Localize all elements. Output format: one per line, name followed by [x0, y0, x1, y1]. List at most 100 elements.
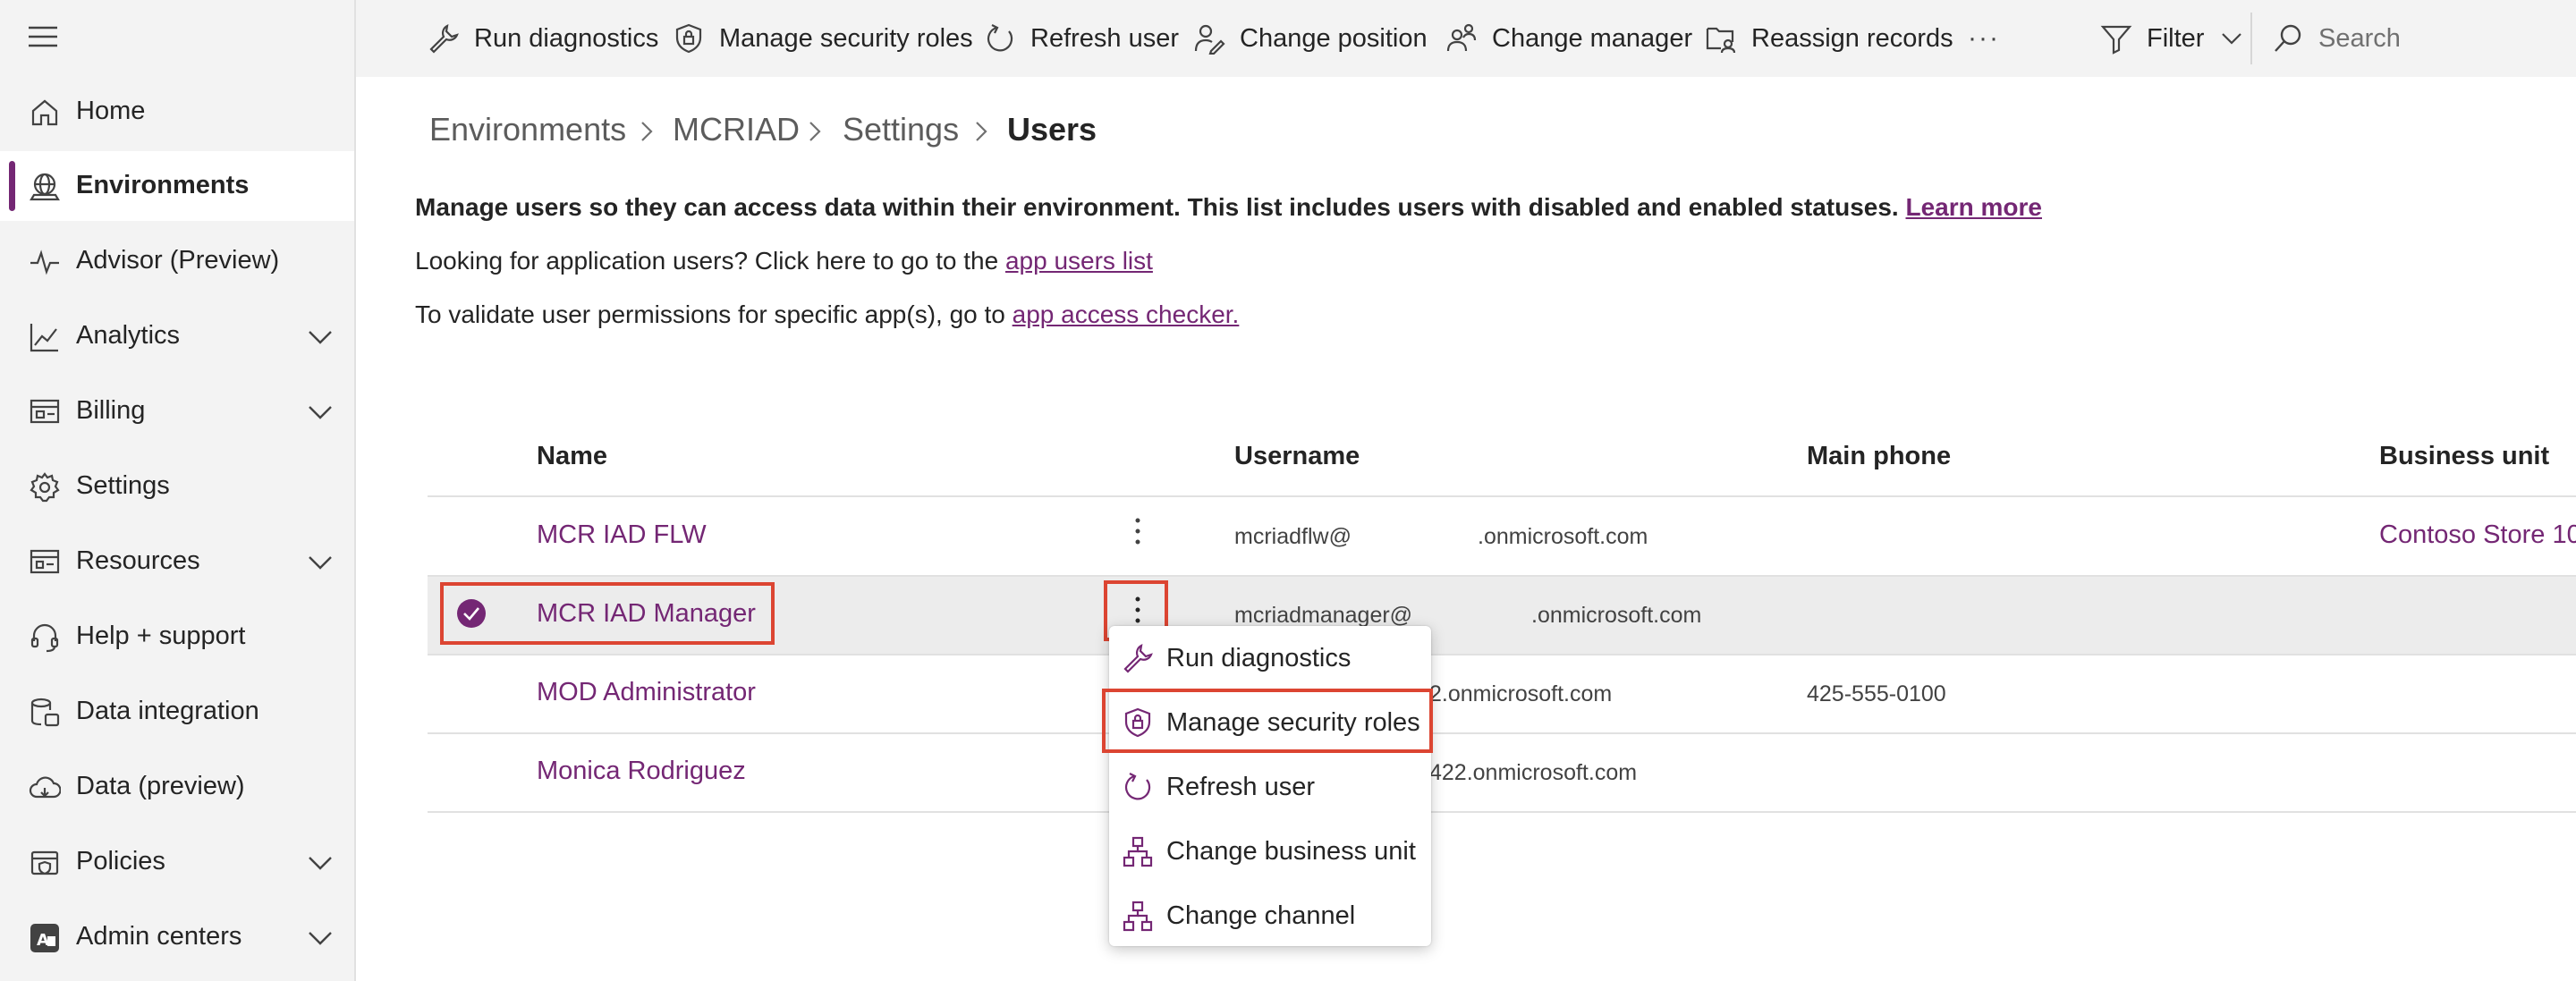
sidebar-item-label: Analytics	[76, 321, 181, 350]
chevron-down-icon[interactable]	[304, 398, 336, 427]
user-name-link[interactable]: Monica Rodriguez	[537, 757, 746, 786]
change-position-icon	[1193, 22, 1225, 55]
sidebar-item-advisor[interactable]: Advisor (Preview)	[0, 226, 354, 296]
resources-icon	[29, 546, 61, 579]
breadcrumb-environments[interactable]: Environments	[429, 111, 626, 148]
divider	[428, 811, 2576, 813]
environments-icon	[29, 171, 61, 203]
hamburger-menu-icon[interactable]	[27, 23, 59, 50]
shield-icon	[29, 847, 61, 879]
active-indicator	[9, 161, 15, 211]
app-access-checker-link[interactable]: app access checker.	[1013, 300, 1240, 328]
chevron-down-icon[interactable]	[304, 323, 336, 351]
menu-item-refresh-user[interactable]: Refresh user	[1109, 755, 1431, 819]
more-options-icon[interactable]	[1129, 515, 1147, 547]
sidebar-item-label: Resources	[76, 546, 200, 575]
reassign-records-button[interactable]: Reassign records	[1705, 0, 1953, 77]
highlight-box	[1102, 689, 1433, 753]
app-users-list-link[interactable]: app users list	[1005, 247, 1153, 275]
change-manager-button[interactable]: Change manager	[1445, 0, 1692, 77]
cloud-icon	[29, 772, 61, 804]
sidebar-item-label: Admin centers	[76, 922, 242, 951]
sidebar-item-label: Advisor (Preview)	[76, 246, 280, 275]
sidebar-item-settings[interactable]: Settings	[0, 452, 354, 521]
sidebar-item-label: Data integration	[76, 697, 259, 725]
chevron-down-icon[interactable]	[304, 548, 336, 577]
learn-more-link[interactable]: Learn more	[1906, 193, 2043, 221]
change-position-button[interactable]: Change position	[1193, 0, 1428, 77]
user-name-link[interactable]: MCR IAD Manager	[537, 599, 756, 629]
chevron-right-icon	[803, 118, 826, 145]
search-box[interactable]: Search	[2272, 0, 2401, 77]
manage-security-roles-button[interactable]: Manage security roles	[673, 0, 973, 77]
admin-icon: A	[29, 922, 61, 954]
sidebar-item-analytics[interactable]: Analytics	[0, 301, 354, 371]
sidebar-item-label: Settings	[76, 471, 170, 500]
breadcrumb-environment[interactable]: MCRIAD	[673, 111, 800, 148]
chevron-down-icon[interactable]	[304, 924, 336, 952]
filter-icon	[2100, 22, 2132, 55]
filter-button[interactable]: Filter	[2100, 0, 2243, 77]
column-header-username[interactable]: Username	[1234, 442, 1360, 471]
sidebar-item-admin-centers[interactable]: A Admin centers	[0, 902, 354, 972]
wrench-icon	[1122, 642, 1154, 674]
search-input[interactable]: Search	[2318, 24, 2401, 54]
chevron-down-icon[interactable]	[304, 849, 336, 877]
username-domain-cell: .onmicrosoft.com	[1478, 524, 1648, 549]
org-chart-icon	[1122, 835, 1154, 867]
sidebar-item-label: Help + support	[76, 622, 246, 650]
username-domain-cell: 2.onmicrosoft.com	[1429, 681, 1613, 706]
username-domain-cell: 422.onmicrosoft.com	[1429, 760, 1638, 785]
sidebar-item-label: Home	[76, 97, 146, 125]
svg-text:A: A	[37, 931, 49, 950]
sidebar-item-resources[interactable]: Resources	[0, 527, 354, 596]
sidebar-item-policies[interactable]: Policies	[0, 827, 354, 897]
sidebar-item-billing[interactable]: Billing	[0, 376, 354, 446]
run-diagnostics-button[interactable]: Run diagnostics	[428, 0, 658, 77]
refresh-user-button[interactable]: Refresh user	[984, 0, 1179, 77]
pulse-icon	[29, 246, 61, 278]
divider	[2250, 13, 2252, 64]
sidebar-item-label: Environments	[76, 171, 250, 199]
sidebar: Home Environments Advisor (Preview) Anal…	[0, 0, 356, 981]
sidebar-item-home[interactable]: Home	[0, 77, 354, 147]
context-menu: Run diagnostics Manage security roles Re…	[1109, 626, 1431, 946]
more-options-icon[interactable]	[1129, 594, 1147, 626]
sidebar-item-environments[interactable]: Environments	[0, 151, 354, 221]
change-manager-icon	[1445, 22, 1478, 55]
org-chart-icon	[1122, 900, 1154, 932]
breadcrumb-settings[interactable]: Settings	[843, 111, 959, 148]
chevron-right-icon	[635, 118, 658, 145]
column-header-main-phone[interactable]: Main phone	[1807, 442, 1951, 471]
description-line-3: To validate user permissions for specifi…	[415, 300, 1240, 328]
data-integration-icon	[29, 697, 61, 729]
billing-icon	[29, 396, 61, 428]
shield-icon	[673, 22, 705, 55]
sidebar-item-help-support[interactable]: Help + support	[0, 602, 354, 672]
user-name-link[interactable]: MOD Administrator	[537, 678, 756, 707]
more-commands-button[interactable]: ···	[1968, 0, 2000, 77]
refresh-icon	[1122, 771, 1154, 803]
page-title: Users	[1007, 111, 1097, 148]
column-header-name[interactable]: Name	[537, 442, 607, 471]
chevron-right-icon	[970, 118, 993, 145]
column-header-business-unit[interactable]: Business unit	[2379, 442, 2549, 471]
sidebar-item-data-preview[interactable]: Data (preview)	[0, 752, 354, 822]
headset-icon	[29, 622, 61, 654]
row-selected-check-icon[interactable]	[456, 598, 487, 629]
user-name-link[interactable]: MCR IAD FLW	[537, 520, 707, 550]
chart-icon	[29, 321, 61, 353]
menu-item-run-diagnostics[interactable]: Run diagnostics	[1109, 626, 1431, 690]
menu-item-change-business-unit[interactable]: Change business unit	[1109, 819, 1431, 884]
username-domain-cell: .onmicrosoft.com	[1531, 603, 1702, 628]
sidebar-item-label: Data (preview)	[76, 772, 245, 800]
home-icon	[29, 97, 61, 129]
main-phone-cell: 425-555-0100	[1807, 681, 1946, 706]
business-unit-link[interactable]: Contoso Store 101	[2379, 520, 2576, 550]
sidebar-item-data-integration[interactable]: Data integration	[0, 677, 354, 747]
chevron-down-icon	[2220, 29, 2243, 48]
wrench-icon	[428, 22, 460, 55]
username-cell: mcriadflw@	[1234, 524, 1352, 549]
menu-item-change-channel[interactable]: Change channel	[1109, 884, 1431, 948]
reassign-records-icon	[1705, 22, 1737, 55]
